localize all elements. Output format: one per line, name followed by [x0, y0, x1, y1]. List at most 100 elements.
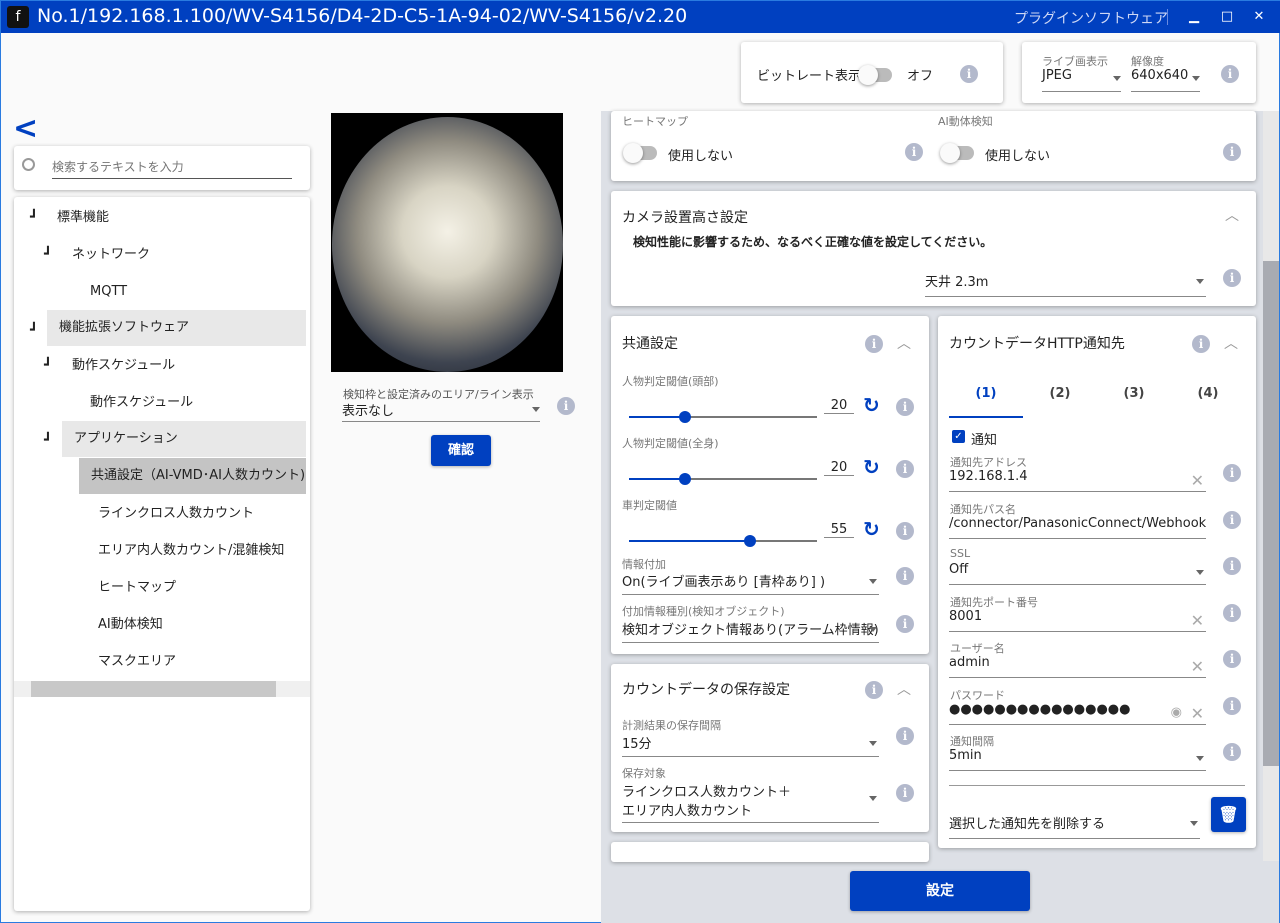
tab-3[interactable]: (3) — [1097, 386, 1171, 401]
threshold-slider[interactable] — [629, 473, 817, 485]
info-icon[interactable]: i — [1192, 335, 1210, 353]
info-icon[interactable]: i — [896, 522, 914, 540]
horizontal-scrollbar[interactable] — [14, 681, 310, 697]
tree-item-application[interactable]: アプリケーション — [62, 421, 306, 457]
tree-item-line-cross[interactable]: ラインクロス人数カウント — [98, 496, 254, 532]
reset-icon[interactable]: ↻ — [863, 517, 880, 541]
count-save-card: カウントデータの保存設定 i ︿ 計測結果の保存間隔 15分 i 保存対象 ライ… — [611, 664, 929, 832]
threshold-value[interactable]: 20 — [824, 460, 854, 476]
save-interval-select[interactable]: 15分 — [622, 733, 879, 757]
height-select[interactable]: 天井 2.3m — [925, 271, 1206, 297]
clear-icon[interactable]: ✕ — [1191, 657, 1204, 676]
save-target-line: エリア内人数カウント — [622, 804, 753, 819]
back-button[interactable]: < — [13, 111, 38, 147]
info-icon[interactable]: i — [896, 567, 914, 585]
reset-icon[interactable]: ↻ — [863, 455, 880, 479]
reset-icon[interactable]: ↻ — [863, 393, 880, 417]
info-icon[interactable]: i — [1223, 143, 1241, 161]
tree-item-schedule[interactable]: 動作スケジュール — [90, 385, 193, 421]
delete-target-select[interactable]: 選択した通知先を削除する — [949, 813, 1200, 839]
info-icon[interactable]: i — [1223, 743, 1241, 761]
card-title: カメラ設置高さ設定 — [622, 210, 748, 226]
info-icon[interactable]: i — [1223, 464, 1241, 482]
interval-field[interactable]: 5min — [949, 748, 1206, 771]
maximize-button[interactable]: □ — [1217, 7, 1237, 27]
heatmap-toggle[interactable] — [623, 143, 657, 163]
bitrate-toggle[interactable] — [858, 65, 892, 85]
tree-item-heatmap[interactable]: ヒートマップ — [98, 570, 176, 606]
address-field[interactable]: 192.168.1.4 ✕ — [949, 469, 1206, 492]
tree-item-network[interactable]: ┛ ネットワーク — [44, 237, 150, 273]
eye-icon[interactable]: ◉ — [1171, 705, 1182, 720]
tree-item-mqtt[interactable]: MQTT — [90, 274, 127, 310]
info-icon[interactable]: i — [960, 65, 978, 83]
tree-item-mask-area[interactable]: マスクエリア — [98, 644, 176, 680]
threshold-slider[interactable] — [629, 535, 817, 547]
tree-item-schedule-group[interactable]: ┛ 動作スケジュール — [44, 348, 175, 384]
scrollbar-thumb[interactable] — [31, 681, 276, 697]
slider-knob[interactable] — [744, 535, 757, 547]
info-icon[interactable]: i — [1221, 65, 1239, 83]
tab-4[interactable]: (4) — [1171, 386, 1245, 401]
save-target-select[interactable]: ラインクロス人数カウント＋ エリア内人数カウント — [622, 781, 879, 823]
path-label: 通知先パス名 — [950, 502, 1016, 516]
apply-button[interactable]: 設定 — [850, 871, 1030, 911]
clear-icon[interactable]: ✕ — [1191, 611, 1204, 630]
collapse-icon[interactable]: ︿ — [897, 679, 911, 699]
close-button[interactable]: ✕ — [1249, 7, 1269, 27]
info-icon[interactable]: i — [1223, 650, 1241, 668]
dropdown-icon — [532, 407, 540, 412]
ssl-field[interactable]: Off — [949, 562, 1206, 585]
info-icon[interactable]: i — [865, 681, 883, 699]
vertical-scrollbar[interactable] — [1263, 111, 1279, 861]
info-icon[interactable]: i — [896, 398, 914, 416]
collapse-icon[interactable]: ︿ — [1224, 333, 1238, 353]
tab-2[interactable]: (2) — [1023, 386, 1097, 401]
overlay-select[interactable]: 表示なし — [342, 400, 540, 422]
slider-fill — [629, 540, 751, 542]
slider-knob[interactable] — [678, 411, 691, 423]
clear-icon[interactable]: ✕ — [1191, 471, 1204, 490]
tree-item-area-count[interactable]: エリア内人数カウント/混雑検知 — [98, 533, 284, 569]
password-field[interactable]: ●●●●●●●●●●●●●●●● ✕ ◉ — [949, 702, 1206, 725]
info-kind-select[interactable]: 検知オブジェクト情報あり(アラーム枠情報) — [622, 619, 879, 643]
tree-item-ai-motion[interactable]: AI動体検知 — [98, 607, 163, 643]
info-icon[interactable]: i — [1223, 510, 1241, 529]
info-icon[interactable]: i — [905, 143, 923, 161]
info-add-select[interactable]: On(ライブ画表示あり [青枠あり] ) — [622, 571, 879, 595]
port-field[interactable]: 8001 ✕ — [949, 609, 1206, 632]
info-icon[interactable]: i — [1223, 696, 1241, 715]
info-icon[interactable]: i — [1223, 557, 1241, 575]
info-icon[interactable]: i — [896, 615, 914, 633]
info-icon[interactable]: i — [1223, 603, 1241, 622]
info-icon[interactable]: i — [896, 727, 914, 745]
slider-knob[interactable] — [678, 473, 691, 485]
notify-checkbox[interactable]: ✓ — [952, 430, 965, 443]
minimize-button[interactable]: ▁ — [1184, 7, 1204, 27]
tree-item-extension[interactable]: 機能拡張ソフトウェア — [47, 310, 306, 346]
scrollbar-thumb[interactable] — [1263, 261, 1279, 766]
live-select[interactable]: JPEG — [1042, 68, 1121, 92]
info-icon[interactable]: i — [896, 460, 914, 478]
threshold-value[interactable]: 20 — [824, 398, 854, 414]
resolution-select[interactable]: 640x640 — [1131, 68, 1200, 92]
ai-motion-toggle[interactable] — [940, 143, 974, 163]
tree-item-standard[interactable]: ┛ 標準機能 — [30, 200, 109, 236]
path-field[interactable]: /connector/PanasonicConnect/Webhook1 — [949, 516, 1206, 539]
tab-1[interactable]: (1) — [949, 386, 1023, 418]
threshold-value[interactable]: 55 — [824, 522, 854, 538]
info-icon[interactable]: i — [1223, 269, 1241, 287]
delete-button[interactable]: 🗑 — [1211, 797, 1246, 832]
info-icon[interactable]: i — [865, 335, 883, 353]
user-field[interactable]: admin ✕ — [949, 655, 1206, 678]
collapse-icon[interactable]: ︿ — [897, 333, 911, 353]
collapse-icon[interactable]: ︿ — [1225, 205, 1239, 225]
tree-item-common-settings[interactable]: 共通設定（AI-VMD･AI人数カウント) — [79, 458, 306, 494]
confirm-button[interactable]: 確認 — [431, 435, 491, 466]
clear-icon[interactable]: ✕ — [1191, 704, 1204, 723]
search-input[interactable] — [52, 160, 292, 179]
dropdown-icon — [1190, 821, 1198, 826]
info-icon[interactable]: i — [896, 784, 914, 802]
threshold-slider[interactable] — [629, 411, 817, 423]
info-icon[interactable]: i — [557, 397, 575, 415]
